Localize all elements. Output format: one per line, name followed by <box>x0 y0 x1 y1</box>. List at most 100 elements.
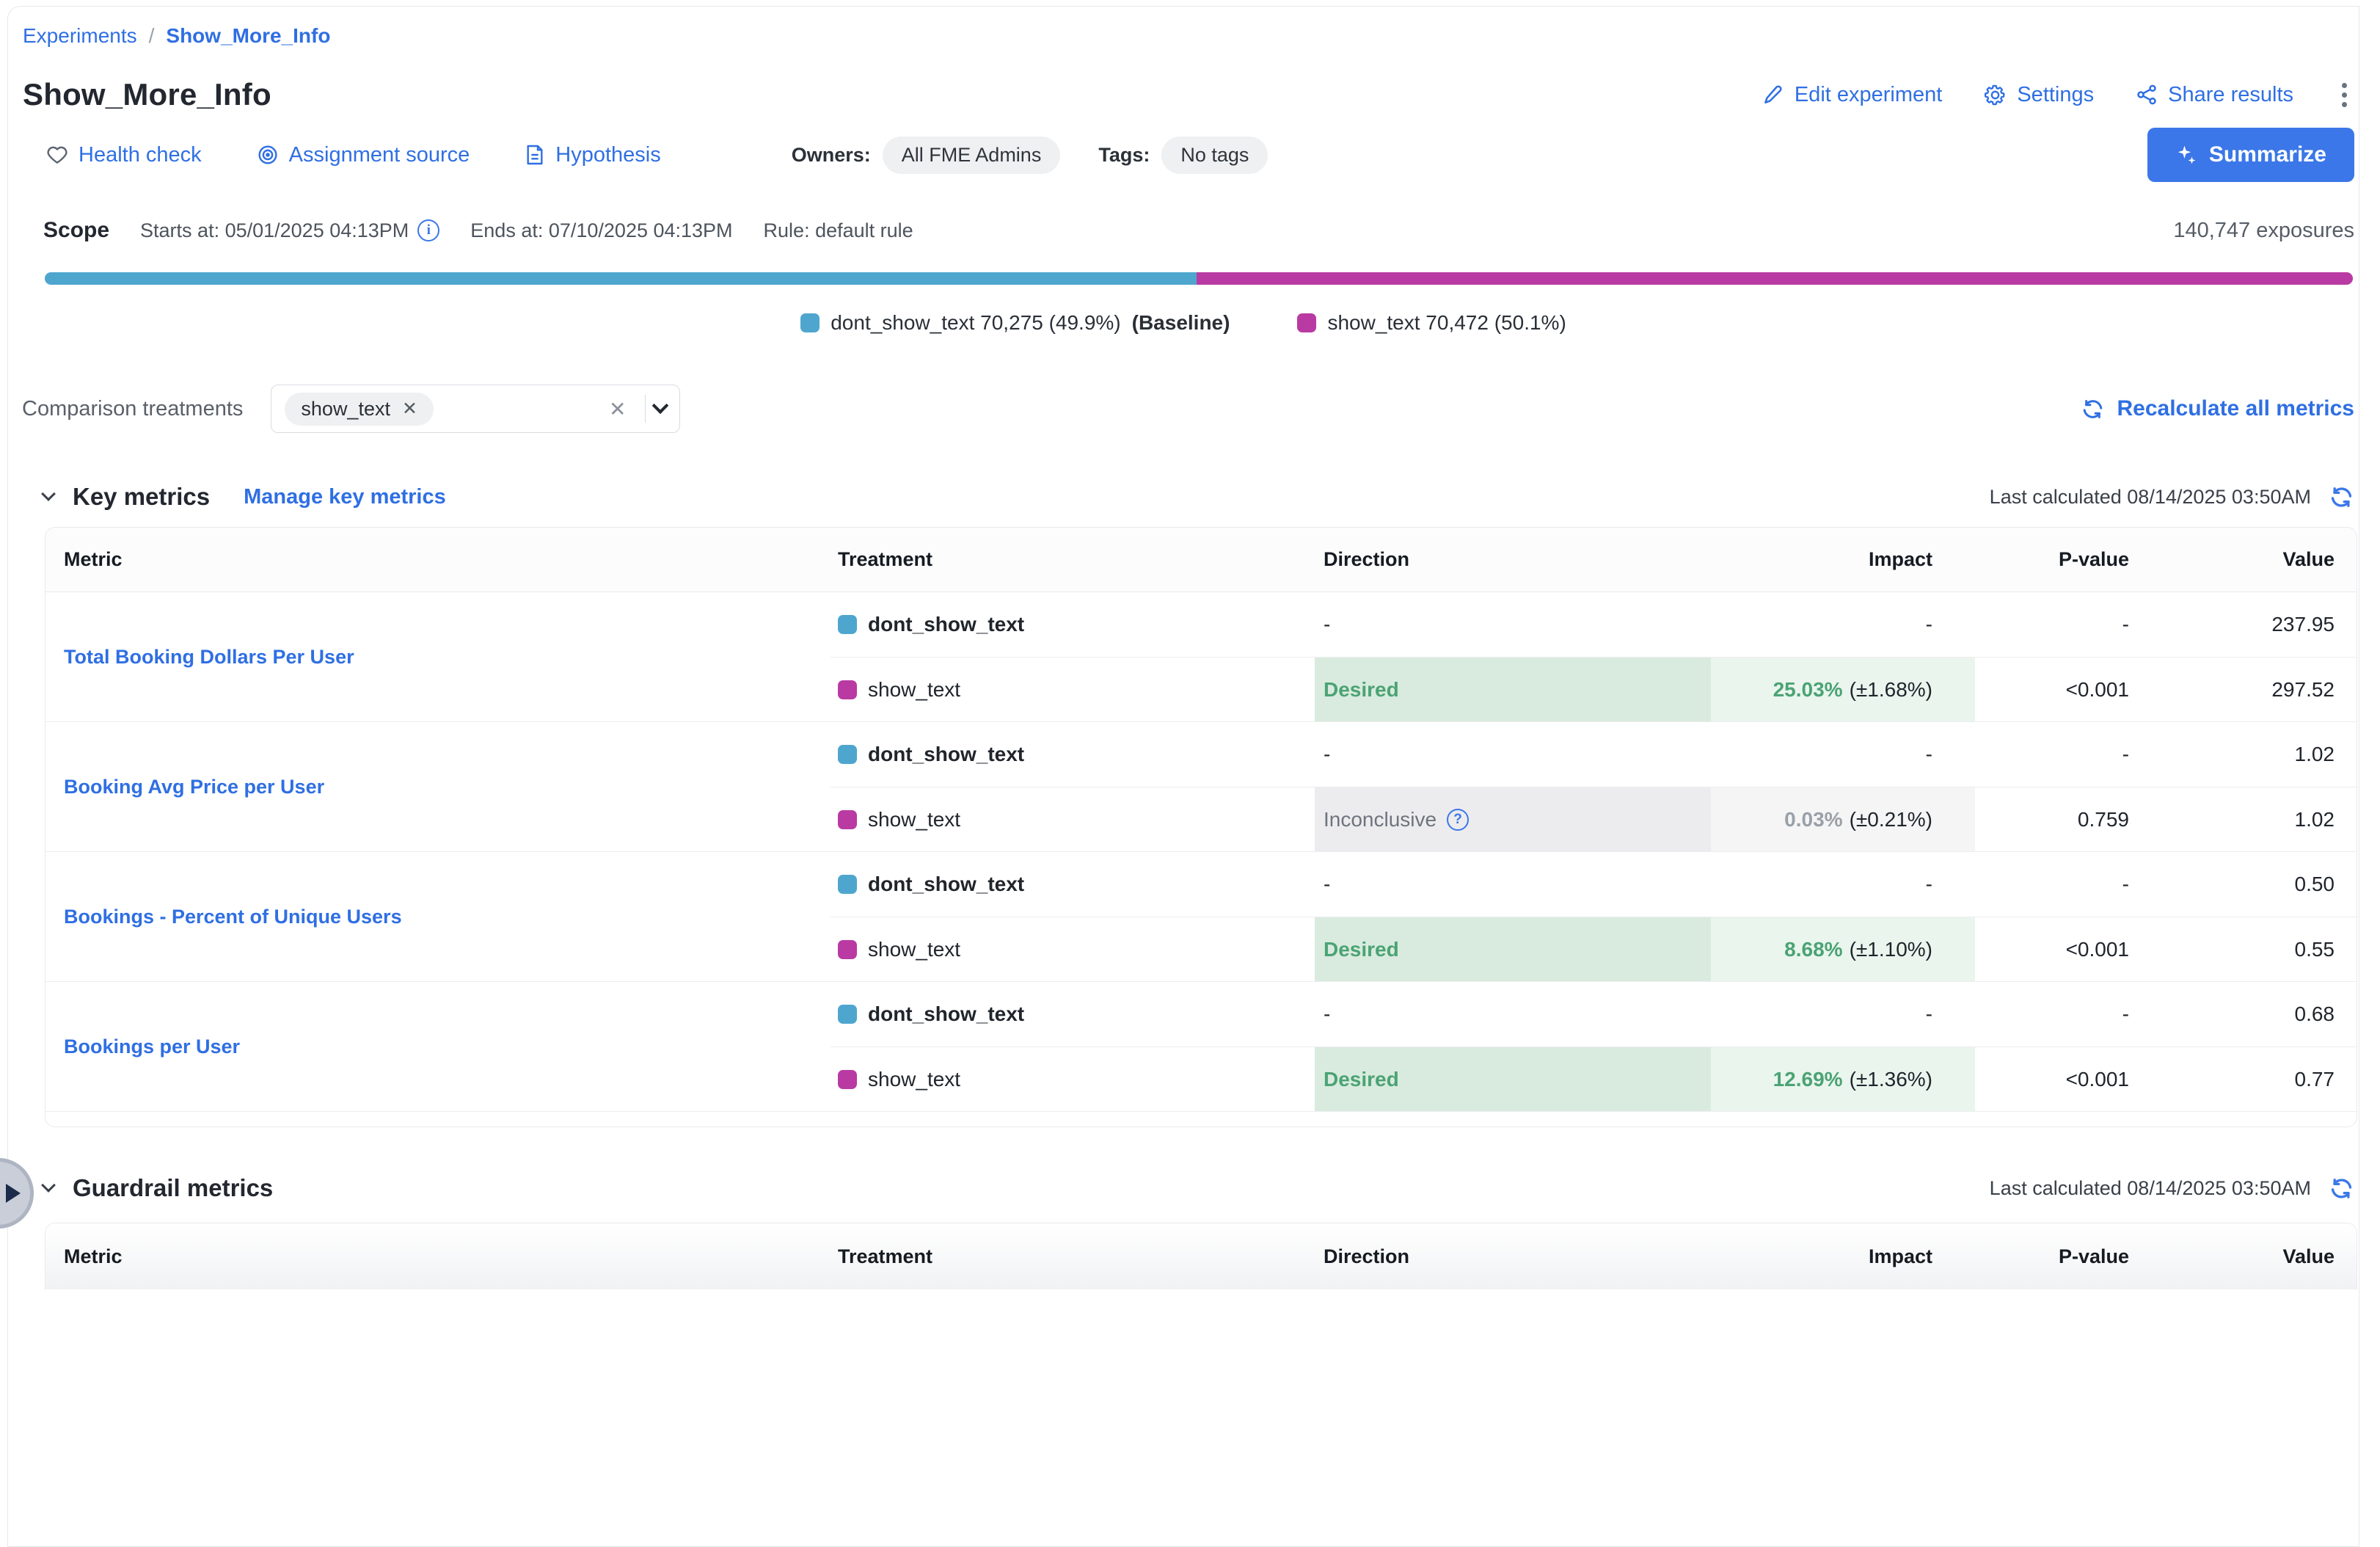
treatment-name: dont_show_text <box>868 743 1024 766</box>
metric-group: Total Booking Dollars Per User dont_show… <box>45 592 2357 721</box>
page-title: Show_More_Info <box>23 77 271 112</box>
comparison-treatments-label: Comparison treatments <box>22 397 243 421</box>
treatment-cell: show_text <box>831 1047 1315 1111</box>
impact-ci: (±1.36%) <box>1850 1068 1932 1091</box>
impact-value: - <box>1926 613 1932 636</box>
health-check-label: Health check <box>79 143 202 167</box>
hypothesis-link[interactable]: Hypothesis <box>524 143 660 167</box>
treatment-name: show_text <box>868 938 960 961</box>
guardrail-metrics-title: Guardrail metrics <box>73 1174 273 1202</box>
chip-remove-icon[interactable]: ✕ <box>402 398 417 420</box>
metric-group: Booking Avg Price per User dont_show_tex… <box>45 721 2357 851</box>
main-content-card: Experiments / Show_More_Info Show_More_I… <box>7 6 2359 1547</box>
tags-label: Tags: <box>1098 144 1150 167</box>
impact-cell: 0.03%(±0.21%) <box>1711 787 1975 851</box>
impact-value: - <box>1926 1002 1932 1026</box>
heart-icon <box>45 143 69 167</box>
toolbar: Health check Assignment source Hypothesi… <box>45 127 2354 183</box>
recalculate-label: Recalculate all metrics <box>2117 396 2354 421</box>
metric-link[interactable]: Total Booking Dollars Per User <box>64 646 354 669</box>
refresh-icon[interactable] <box>2329 1176 2354 1201</box>
summarize-button[interactable]: Summarize <box>2147 128 2354 182</box>
table-row: dont_show_text - - - 237.95 <box>831 592 2357 657</box>
treatment-chip[interactable]: show_text ✕ <box>285 393 434 426</box>
col-impact: Impact <box>1711 548 1975 571</box>
impact-value: 25.03% <box>1773 678 1843 702</box>
impact-cell: 25.03%(±1.68%) <box>1711 658 1975 721</box>
breadcrumb-experiments[interactable]: Experiments <box>23 24 137 48</box>
sparkles-icon <box>2175 144 2197 166</box>
settings-label: Settings <box>2017 83 2094 107</box>
treatment-swatch <box>1297 313 1316 332</box>
treatment-swatch <box>838 1070 857 1089</box>
last-calculated: Last calculated 08/14/2025 03:50AM <box>1990 484 2354 510</box>
chevron-down-icon[interactable] <box>652 397 669 414</box>
col-direction: Direction <box>1315 548 1711 571</box>
manage-key-metrics-link[interactable]: Manage key metrics <box>244 485 446 509</box>
value-cell: 237.95 <box>2133 592 2357 657</box>
col-value: Value <box>2133 1245 2357 1268</box>
refresh-icon <box>2081 397 2105 421</box>
recalculate-all-metrics-button[interactable]: Recalculate all metrics <box>2081 396 2354 421</box>
owners-label: Owners: <box>792 144 871 167</box>
impact-ci: (±1.10%) <box>1850 938 1932 961</box>
treatment-swatch <box>838 1005 857 1024</box>
select-clear-icon[interactable]: ✕ <box>599 397 636 421</box>
key-metrics-table: Metric Treatment Direction Impact P-valu… <box>45 527 2357 1127</box>
guardrail-metrics-header: Guardrail metrics Last calculated 08/14/… <box>43 1174 2354 1202</box>
info-icon[interactable]: i <box>417 219 439 241</box>
impact-cell: - <box>1711 982 1975 1046</box>
last-calculated: Last calculated 08/14/2025 03:50AM <box>1990 1176 2354 1201</box>
metric-link[interactable]: Bookings per User <box>64 1035 240 1058</box>
share-results-button[interactable]: Share results <box>2135 83 2293 107</box>
allocation-legend: dont_show_text 70,275 (49.9%) (Baseline)… <box>8 311 2359 335</box>
edit-experiment-button[interactable]: Edit experiment <box>1762 83 1943 107</box>
gear-icon <box>1983 83 2007 107</box>
direction-cell: - <box>1315 982 1711 1046</box>
treatment-swatch <box>838 940 857 959</box>
treatment-name: dont_show_text <box>868 1002 1024 1026</box>
assignment-source-link[interactable]: Assignment source <box>256 143 470 167</box>
treatment-cell: dont_show_text <box>831 982 1315 1046</box>
guardrail-metrics-table: Metric Treatment Direction Impact P-valu… <box>45 1223 2357 1289</box>
metric-link[interactable]: Booking Avg Price per User <box>64 776 324 798</box>
table-row: show_text Desired 25.03%(±1.68%) <0.001 … <box>831 657 2357 721</box>
arrow-right-icon <box>6 1184 21 1203</box>
comparison-row: Comparison treatments show_text ✕ ✕ Reca… <box>22 385 2354 433</box>
pvalue-cell: - <box>1975 852 2133 917</box>
collapse-section-icon[interactable] <box>41 487 56 501</box>
treatment-name: show_text <box>868 1068 960 1091</box>
page-header: Show_More_Info Edit experiment Settings … <box>23 77 2354 112</box>
impact-value: 8.68% <box>1784 938 1842 961</box>
breadcrumb-current[interactable]: Show_More_Info <box>166 24 330 48</box>
refresh-icon[interactable] <box>2329 484 2354 510</box>
table-row: show_text Desired 12.69%(±1.36%) <0.001 … <box>831 1046 2357 1111</box>
table-row: show_text Inconclusive? 0.03%(±0.21%) 0.… <box>831 787 2357 851</box>
value-cell: 297.52 <box>2133 658 2357 721</box>
col-impact: Impact <box>1711 1245 1975 1268</box>
comparison-treatments-select[interactable]: show_text ✕ ✕ <box>271 385 680 433</box>
treatment-cell: dont_show_text <box>831 722 1315 787</box>
col-metric: Metric <box>45 1245 831 1268</box>
metric-group: Bookings - Percent of Unique Users dont_… <box>45 851 2357 981</box>
direction-label: Desired <box>1324 678 1399 702</box>
document-icon <box>524 143 546 167</box>
col-treatment: Treatment <box>831 1245 1315 1268</box>
direction-label: Desired <box>1324 938 1399 961</box>
share-results-label: Share results <box>2168 83 2293 107</box>
health-check-link[interactable]: Health check <box>45 143 202 167</box>
settings-button[interactable]: Settings <box>1983 83 2094 107</box>
table-row: show_text Desired 8.68%(±1.10%) <0.001 0… <box>831 917 2357 981</box>
help-icon[interactable]: ? <box>1447 809 1469 831</box>
value-cell: 1.02 <box>2133 787 2357 851</box>
metric-link[interactable]: Bookings - Percent of Unique Users <box>64 906 402 928</box>
more-options-button[interactable] <box>2335 79 2354 112</box>
treatment-swatch <box>838 615 857 634</box>
breadcrumb: Experiments / Show_More_Info <box>23 24 2359 48</box>
pvalue-cell: <0.001 <box>1975 917 2133 981</box>
collapse-section-icon[interactable] <box>41 1178 56 1193</box>
direction-value: - <box>1324 743 1330 766</box>
target-icon <box>256 143 280 167</box>
treatment-cell: show_text <box>831 787 1315 851</box>
tags-group: Tags: No tags <box>1098 136 1268 174</box>
